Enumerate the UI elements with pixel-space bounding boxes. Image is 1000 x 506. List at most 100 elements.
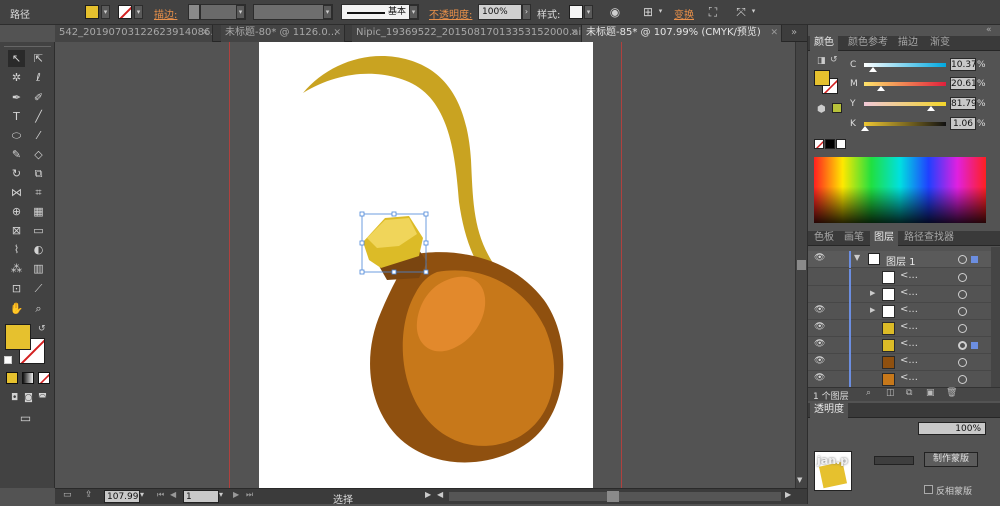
invert-mask-checkbox[interactable]	[924, 485, 933, 494]
tab-swatches[interactable]: 色板	[810, 231, 838, 246]
layer-row-main[interactable]: 👁 ▼ 图层 1	[808, 251, 991, 268]
tab-gradient[interactable]: 渐变	[926, 36, 954, 51]
tab-pathfinder[interactable]: 路径查找器	[900, 231, 958, 246]
artboard-tool-icon[interactable]: ⊡	[8, 280, 25, 297]
black-slider-track[interactable]	[864, 122, 946, 126]
target-circle-icon[interactable]	[958, 255, 967, 264]
brush-arrow[interactable]: ▾	[409, 5, 418, 19]
ellipse-tool-icon[interactable]: ⬭	[8, 127, 25, 144]
fill-swatch[interactable]	[85, 5, 99, 19]
fill-dropdown-arrow[interactable]: ▾	[101, 5, 110, 19]
close-icon[interactable]: ✕	[770, 25, 778, 41]
expand-triangle-icon[interactable]: ▼	[854, 253, 860, 262]
magenta-slider-thumb[interactable]	[876, 86, 885, 91]
hand-tool-icon[interactable]: ✋	[8, 300, 25, 317]
isolate-group-icon[interactable]: ⛶	[705, 5, 721, 19]
stroke-label[interactable]: 描边:	[154, 6, 177, 21]
out-of-gamut-icon[interactable]: ⬢	[817, 104, 826, 115]
layer-row[interactable]: 👁 ▶ <...	[808, 303, 991, 320]
black-value-field[interactable]: 1.06	[950, 117, 976, 130]
draw-inside-icon[interactable]: ◚	[34, 390, 51, 407]
magenta-value-field[interactable]: 20.61	[950, 77, 977, 90]
visibility-eye-icon[interactable]: 👁	[814, 253, 828, 263]
expand-triangle-icon[interactable]: ▶	[870, 306, 875, 314]
stroke-weight-stepper[interactable]	[188, 4, 200, 20]
visibility-eye-icon[interactable]: 👁	[814, 322, 828, 332]
gradient-tool-icon[interactable]: ▭	[30, 222, 47, 239]
share-icon[interactable]: ⇪	[85, 490, 93, 500]
yellow-slider-thumb[interactable]	[927, 106, 936, 111]
slice-tool-icon[interactable]: ⟋	[30, 280, 47, 297]
selection-tool-icon[interactable]: ↖	[8, 50, 25, 67]
arrange-arrow[interactable]: ▾	[749, 5, 758, 19]
collapse-panels-icon[interactable]: «	[986, 25, 992, 35]
target-circle-icon[interactable]	[958, 358, 967, 367]
panel-fill-box[interactable]	[814, 70, 830, 86]
recolor-artwork-icon[interactable]: ◉	[607, 5, 623, 19]
target-circle-icon[interactable]	[958, 324, 967, 333]
transparency-opacity-field[interactable]: 100%	[918, 422, 986, 435]
brush-definition-field[interactable]: 基本	[341, 4, 419, 20]
eyedropper-tool-icon[interactable]: ⌇	[8, 241, 25, 258]
target-circle-icon[interactable]	[958, 341, 967, 350]
layer-row[interactable]: <...	[808, 269, 991, 286]
layer-row[interactable]: 👁 <...	[808, 354, 991, 371]
target-circle-icon[interactable]	[958, 290, 967, 299]
perspective-grid-tool-icon[interactable]: ▦	[30, 203, 47, 220]
pen-tool-icon[interactable]: ✒	[8, 89, 25, 106]
hscroll-right-arrow[interactable]: ▶	[785, 490, 791, 499]
stroke-dropdown-arrow[interactable]: ▾	[134, 5, 143, 19]
blend-tool-icon[interactable]: ◐	[30, 241, 47, 258]
hscroll-left-arrow[interactable]: ◀	[437, 490, 443, 499]
arrange-icon[interactable]: ⤧	[733, 5, 749, 19]
gamut-color-swatch[interactable]	[832, 103, 842, 113]
profile-arrow[interactable]: ▾	[323, 5, 332, 19]
paintbrush-tool-icon[interactable]: ⁄	[30, 127, 47, 144]
fill-color-box[interactable]	[5, 324, 31, 350]
none-color-chip[interactable]	[814, 139, 824, 149]
expand-triangle-icon[interactable]: ▶	[870, 289, 875, 297]
status-icon[interactable]: ▭	[63, 490, 72, 500]
layers-scrollbar[interactable]	[991, 247, 1000, 387]
tab-document-1[interactable]: 542_20190703122623914086.ai* ✕	[55, 25, 213, 42]
opacity-field[interactable]: 100%	[478, 4, 522, 20]
layer-row-selected[interactable]: 👁 <...	[808, 337, 991, 354]
last-artboard-icon[interactable]: ⏭	[246, 490, 253, 500]
align-options-icon[interactable]: ⊞	[640, 5, 656, 19]
tab-document-3[interactable]: Nipic_19369522_20150817013353152000.ai* …	[352, 25, 582, 42]
new-sublayer-icon[interactable]: ⧉	[906, 388, 912, 398]
scroll-down-arrow-icon[interactable]: ▼	[797, 476, 802, 484]
tab-color-guide[interactable]: 颜色参考	[844, 36, 892, 51]
width-tool-icon[interactable]: ⋈	[8, 184, 25, 201]
cyan-value-field[interactable]: 10.37	[950, 58, 977, 71]
direct-selection-tool-icon[interactable]: ⇱	[30, 50, 47, 67]
close-icon[interactable]: ✕	[570, 25, 578, 41]
tab-stroke[interactable]: 描边	[894, 36, 922, 51]
line-segment-tool-icon[interactable]: ╱	[30, 108, 47, 125]
stroke-swatch[interactable]	[118, 5, 132, 19]
visibility-eye-icon[interactable]: 👁	[814, 305, 828, 315]
variable-width-profile[interactable]	[253, 4, 333, 20]
screen-mode-icon[interactable]: ▭	[17, 410, 34, 427]
default-colors-icon[interactable]	[4, 356, 12, 364]
symbol-sprayer-tool-icon[interactable]: ⁂	[8, 260, 25, 277]
lasso-tool-icon[interactable]: ℓ	[30, 69, 47, 86]
stroke-weight-arrow[interactable]: ▾	[236, 5, 245, 19]
artboard[interactable]	[259, 42, 593, 488]
delete-layer-icon[interactable]: 🗑	[946, 388, 957, 398]
transform-link[interactable]: 变换	[674, 6, 694, 21]
shape-builder-tool-icon[interactable]: ⊕	[8, 203, 25, 220]
default-colors-icon[interactable]: ◨	[817, 56, 826, 66]
visibility-eye-icon[interactable]: 👁	[814, 373, 828, 383]
canvas-area[interactable]	[55, 42, 795, 488]
layer-row[interactable]: ▶ <...	[808, 286, 991, 303]
white-color-chip[interactable]	[836, 139, 846, 149]
transparency-thumbnail[interactable]: jan.p	[814, 451, 852, 491]
previous-artboard-icon[interactable]: ◀	[170, 490, 176, 499]
make-clipping-mask-icon[interactable]: ◫	[886, 388, 895, 398]
tab-layers[interactable]: 图层	[870, 231, 898, 246]
layer-name[interactable]: 图层 1	[886, 253, 916, 268]
zoom-field[interactable]: 107.99	[104, 490, 140, 503]
artboard-dropdown-arrow[interactable]: ▾	[219, 490, 223, 499]
scale-tool-icon[interactable]: ⧉	[30, 165, 47, 182]
